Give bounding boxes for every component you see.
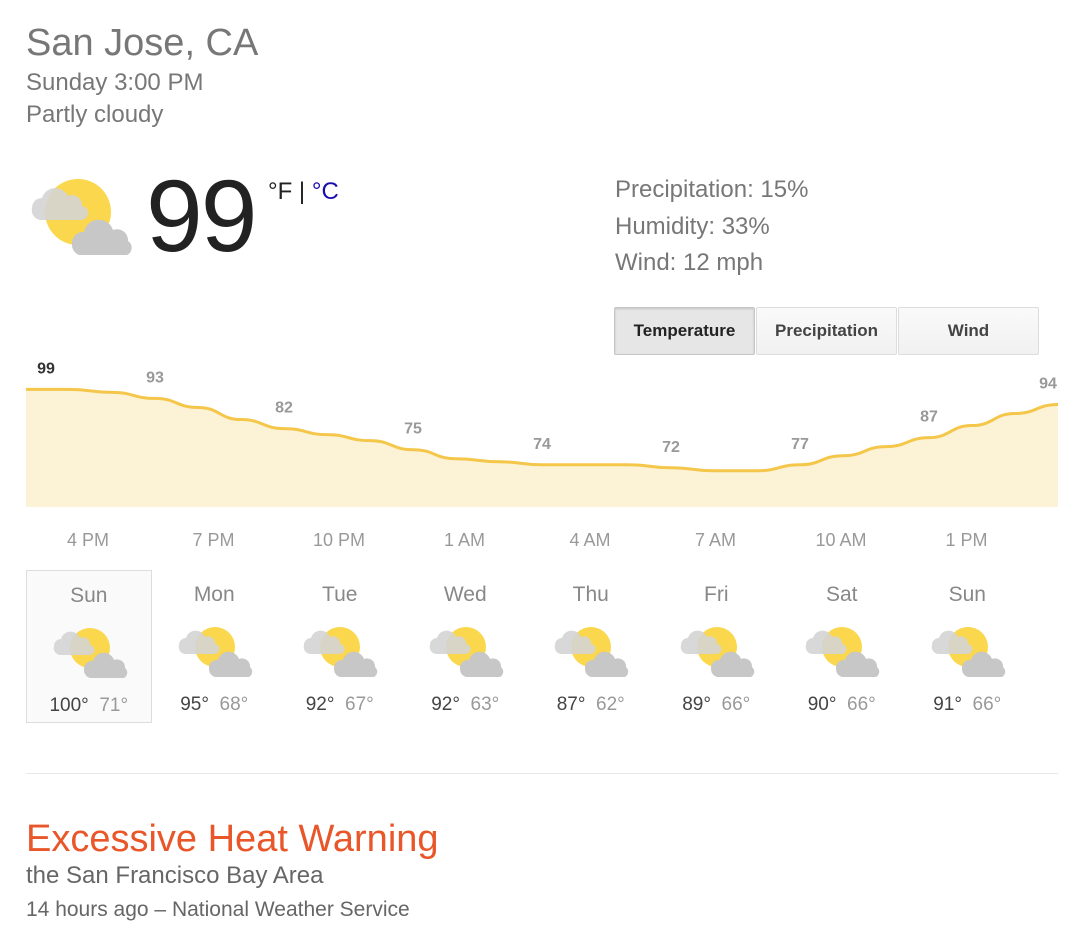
wind-detail: Wind: 12 mph xyxy=(615,249,764,276)
partly-cloudy-icon xyxy=(26,178,136,258)
temperature-chart: 99 93 82 75 74 72 77 87 94 4 PM 7 PM 10 PM 1 AM 4 AM 7… xyxy=(25,360,1059,550)
time-tick-label: 7 AM xyxy=(695,530,736,550)
forecast-day-1[interactable]: Mon 95° 68° xyxy=(152,570,278,723)
forecast-high: 100° xyxy=(49,695,89,716)
time-tick-label: 1 PM xyxy=(945,530,987,550)
forecast-day-5[interactable]: Fri 89° 66° xyxy=(654,570,780,723)
tab-temperature[interactable]: Temperature xyxy=(614,307,755,355)
forecast-high: 92° xyxy=(305,694,335,715)
divider xyxy=(26,773,1058,774)
forecast-high: 95° xyxy=(180,694,209,715)
unit-toggle: °F | °C xyxy=(268,178,339,206)
tab-precipitation[interactable]: Precipitation xyxy=(756,307,897,355)
partly-cloudy-icon xyxy=(426,621,506,679)
forecast-day-4[interactable]: Thu 87° 62° xyxy=(528,570,654,723)
forecast-day-name: Thu xyxy=(572,583,609,606)
forecast-low: 71° xyxy=(99,695,129,716)
forecast-temps: 89° 66° xyxy=(654,694,780,716)
data-label: 87 xyxy=(920,409,938,426)
forecast-low: 66° xyxy=(847,694,876,715)
forecast-high: 91° xyxy=(933,694,962,715)
forecast-temps: 92° 67° xyxy=(277,694,403,716)
precipitation-detail: Precipitation: 15% xyxy=(615,176,809,203)
forecast-low: 68° xyxy=(219,694,249,715)
forecast-day-name: Tue xyxy=(322,583,358,606)
data-label: 74 xyxy=(533,436,551,453)
partly-cloudy-icon xyxy=(551,621,631,679)
forecast-low: 66° xyxy=(721,694,751,715)
partly-cloudy-icon xyxy=(50,622,130,680)
data-label: 77 xyxy=(791,436,809,453)
forecast-low: 66° xyxy=(972,694,1002,715)
unit-celsius-link[interactable]: °C xyxy=(312,178,339,205)
forecast-day-0[interactable]: Sun 100° 71° xyxy=(26,570,152,723)
partly-cloudy-icon xyxy=(175,621,255,679)
partly-cloudy-icon xyxy=(677,621,757,679)
forecast-day-name: Sat xyxy=(825,583,858,606)
data-label: 72 xyxy=(662,439,680,456)
time-tick-label: 7 PM xyxy=(192,530,234,550)
forecast-temps: 92° 63° xyxy=(403,694,529,716)
chart-tabs: Temperature Precipitation Wind xyxy=(614,307,1040,355)
forecast-temps: 95° 68° xyxy=(152,694,278,716)
forecast-low: 62° xyxy=(596,694,625,715)
time-tick-label: 1 AM xyxy=(444,530,485,550)
unit-fahrenheit: °F xyxy=(268,178,293,205)
location-title: San Jose, CA xyxy=(26,22,259,64)
forecast-day-name: Sun xyxy=(70,584,108,607)
data-label: 82 xyxy=(275,400,293,417)
forecast-high: 87° xyxy=(556,694,586,715)
forecast-temps: 100° 71° xyxy=(27,695,151,717)
time-tick-label: 4 PM xyxy=(67,530,109,550)
time-tick-label: 10 AM xyxy=(815,530,866,550)
time-tick-label: 4 AM xyxy=(569,530,610,550)
data-label: 75 xyxy=(404,421,422,438)
heat-warning-link[interactable]: Excessive Heat Warning xyxy=(26,818,439,861)
data-label: 99 xyxy=(37,360,55,377)
forecast-high: 92° xyxy=(431,694,460,715)
forecast-day-3[interactable]: Wed 92° 63° xyxy=(403,570,529,723)
current-datetime: Sunday 3:00 PM xyxy=(26,69,204,96)
tab-wind[interactable]: Wind xyxy=(898,307,1039,355)
forecast-day-name: Wed xyxy=(443,583,487,606)
daily-forecast: Sun 100° 71° Mon 95° 68° Tue 92° 67° Wed 92° 63… xyxy=(26,570,1030,723)
current-temperature: 99 xyxy=(146,159,257,273)
forecast-temps: 91° 66° xyxy=(905,694,1031,716)
forecast-temps: 90° 66° xyxy=(779,694,905,716)
partly-cloudy-icon xyxy=(300,621,380,679)
alert-source: 14 hours ago – National Weather Service xyxy=(26,898,410,921)
forecast-high: 90° xyxy=(807,694,837,715)
forecast-temps: 87° 62° xyxy=(528,694,654,716)
forecast-day-2[interactable]: Tue 92° 67° xyxy=(277,570,403,723)
humidity-detail: Humidity: 33% xyxy=(615,212,770,240)
current-condition: Partly cloudy xyxy=(26,101,164,128)
forecast-day-6[interactable]: Sat 90° 66° xyxy=(779,570,905,723)
unit-separator: | xyxy=(292,178,312,205)
forecast-low: 67° xyxy=(345,694,374,715)
partly-cloudy-icon xyxy=(802,621,882,679)
forecast-high: 89° xyxy=(682,694,711,715)
forecast-day-7[interactable]: Sun 91° 66° xyxy=(905,570,1031,723)
data-label: 94 xyxy=(1039,375,1057,392)
weather-details: Precipitation: 15% Humidity: 33% Wind: 1… xyxy=(615,172,808,282)
partly-cloudy-icon xyxy=(928,621,1008,679)
forecast-day-name: Fri xyxy=(704,583,729,606)
data-label: 93 xyxy=(146,369,164,386)
time-tick-label: 10 PM xyxy=(313,530,365,550)
alert-area: the San Francisco Bay Area xyxy=(26,862,324,889)
forecast-day-name: Sun xyxy=(948,583,986,606)
forecast-day-name: Mon xyxy=(193,583,235,606)
forecast-low: 63° xyxy=(470,694,500,715)
